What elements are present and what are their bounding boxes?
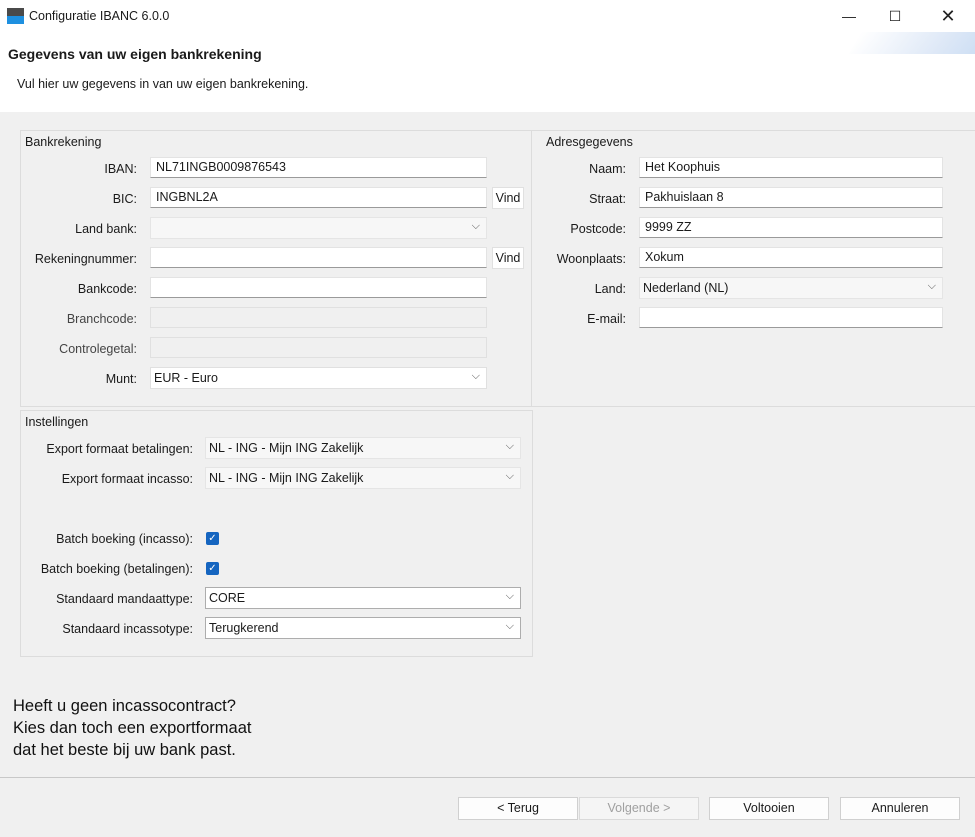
country-label: Land: xyxy=(594,282,626,296)
export-collections-select[interactable]: NL - ING - Mijn ING Zakelijk ⌵ xyxy=(205,467,521,489)
control-number-label: Controlegetal: xyxy=(59,342,137,356)
currency-label: Munt: xyxy=(105,372,137,386)
land-bank-label: Land bank: xyxy=(75,222,137,236)
back-button[interactable]: < Terug xyxy=(458,797,578,820)
chevron-down-icon: ⌵ xyxy=(505,440,514,452)
batch-payments-checkbox[interactable]: ✓ xyxy=(206,562,219,575)
help-line-3: dat het beste bij uw bank past. xyxy=(13,741,236,759)
bic-label: BIC: xyxy=(112,192,137,206)
currency-value: EUR - Euro xyxy=(154,371,218,385)
branchcode-label: Branchcode: xyxy=(66,312,137,326)
mandate-type-select[interactable]: CORE ⌵ xyxy=(205,587,521,609)
collection-type-label: Standaard incassotype: xyxy=(62,622,193,636)
footer-separator xyxy=(0,777,975,778)
postcode-label: Postcode: xyxy=(570,222,626,236)
city-label: Woonplaats: xyxy=(556,252,626,266)
close-icon[interactable]: ✕ xyxy=(925,0,971,32)
find-bic-button[interactable]: Vind xyxy=(492,187,524,209)
header-decoration xyxy=(848,32,975,54)
land-bank-select[interactable]: ⌵ xyxy=(150,217,487,239)
collection-type-value: Terugkerend xyxy=(209,621,279,635)
title-bar: Configuratie IBANC 6.0.0 — ☐ ✕ xyxy=(0,0,975,32)
bic-input[interactable]: INGBNL2A xyxy=(150,187,487,208)
mandate-type-label: Standaard mandaattype: xyxy=(56,592,193,606)
page-title: Gegevens van uw eigen bankrekening xyxy=(8,46,262,62)
page-header: Gegevens van uw eigen bankrekening Vul h… xyxy=(0,32,975,112)
export-payments-value: NL - ING - Mijn ING Zakelijk xyxy=(209,441,364,455)
email-label: E-mail: xyxy=(587,312,626,326)
batch-payments-label: Batch boeking (betalingen): xyxy=(40,562,193,576)
address-group-title: Adresgegevens xyxy=(546,135,633,149)
batch-collections-checkbox[interactable]: ✓ xyxy=(206,532,219,545)
finish-button[interactable]: Voltooien xyxy=(709,797,829,820)
maximize-icon[interactable]: ☐ xyxy=(872,0,918,32)
branchcode-input xyxy=(150,307,487,328)
help-text: Heeft u geen incassocontract? Kies dan t… xyxy=(13,695,251,761)
chevron-down-icon: ⌵ xyxy=(471,220,480,232)
collection-type-select[interactable]: Terugkerend ⌵ xyxy=(205,617,521,639)
help-line-1: Heeft u geen incassocontract? xyxy=(13,697,236,715)
email-input[interactable] xyxy=(639,307,943,328)
next-button: Volgende > xyxy=(579,797,699,820)
country-select[interactable]: Nederland (NL) ⌵ xyxy=(639,277,943,299)
bankcode-input[interactable] xyxy=(150,277,487,298)
postcode-input[interactable]: 9999 ZZ xyxy=(639,217,943,238)
app-icon xyxy=(7,8,24,24)
currency-select[interactable]: EUR - Euro ⌵ xyxy=(150,367,487,389)
chevron-down-icon: ⌵ xyxy=(505,590,514,602)
cancel-button[interactable]: Annuleren xyxy=(840,797,960,820)
settings-group-title: Instellingen xyxy=(25,415,89,429)
page-subtitle: Vul hier uw gegevens in van uw eigen ban… xyxy=(17,77,309,91)
iban-label: IBAN: xyxy=(104,162,137,176)
city-input[interactable]: Xokum xyxy=(639,247,943,268)
chevron-down-icon: ⌵ xyxy=(471,370,480,382)
name-label: Naam: xyxy=(589,162,626,176)
chevron-down-icon: ⌵ xyxy=(505,620,514,632)
street-input[interactable]: Pakhuislaan 8 xyxy=(639,187,943,208)
find-account-button[interactable]: Vind xyxy=(492,247,524,269)
chevron-down-icon: ⌵ xyxy=(927,280,936,292)
name-input[interactable]: Het Koophuis xyxy=(639,157,943,178)
help-line-2: Kies dan toch een exportformaat xyxy=(13,719,252,737)
bank-group-title: Bankrekening xyxy=(25,135,102,149)
batch-collections-label: Batch boeking (incasso): xyxy=(56,532,193,546)
export-payments-label: Export formaat betalingen: xyxy=(46,442,193,456)
mandate-type-value: CORE xyxy=(209,591,246,605)
iban-input[interactable]: NL71INGB0009876543 xyxy=(150,157,487,178)
country-value: Nederland (NL) xyxy=(643,281,729,295)
export-payments-select[interactable]: NL - ING - Mijn ING Zakelijk ⌵ xyxy=(205,437,521,459)
minimize-icon[interactable]: — xyxy=(826,0,872,32)
account-number-input[interactable] xyxy=(150,247,487,268)
chevron-down-icon: ⌵ xyxy=(505,470,514,482)
account-number-label: Rekeningnummer: xyxy=(34,252,137,266)
control-number-input xyxy=(150,337,487,358)
street-label: Straat: xyxy=(589,192,626,206)
bankcode-label: Bankcode: xyxy=(77,282,137,296)
export-collections-label: Export formaat incasso: xyxy=(61,472,193,486)
export-collections-value: NL - ING - Mijn ING Zakelijk xyxy=(209,471,364,485)
window-title: Configuratie IBANC 6.0.0 xyxy=(29,9,170,23)
